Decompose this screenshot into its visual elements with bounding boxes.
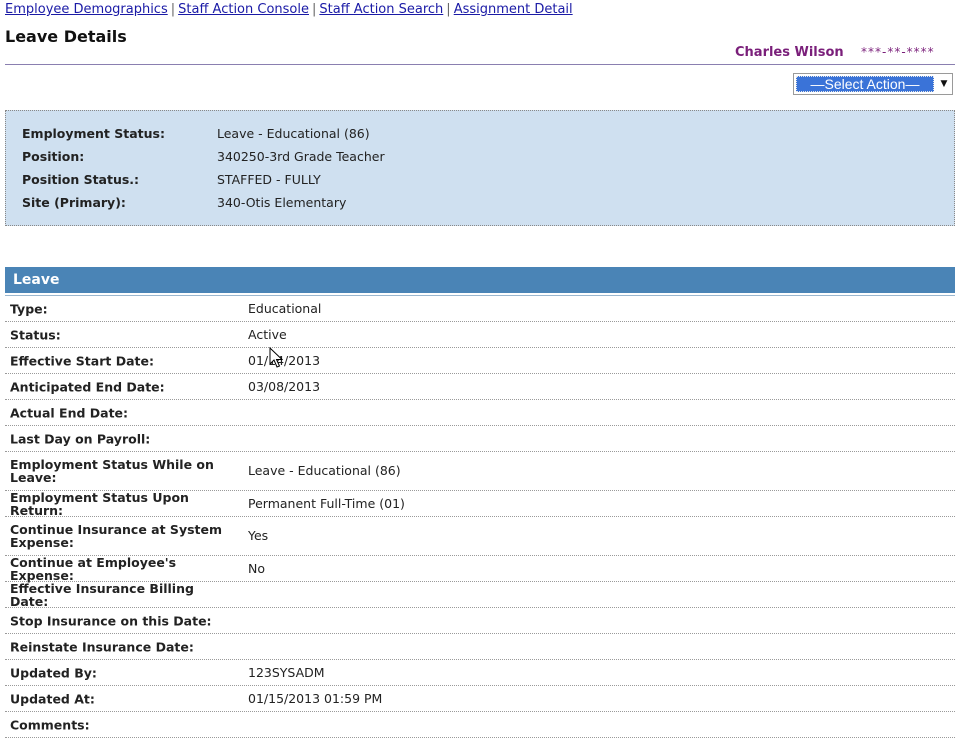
leave-value: 03/08/2013	[248, 378, 321, 394]
summary-label: Employment Status:	[22, 126, 165, 141]
nav-link-assignment-detail[interactable]: Assignment Detail	[454, 2, 573, 17]
leave-label: Updated At:	[10, 691, 95, 706]
leave-row-anticipated-end-date: Anticipated End Date: 03/08/2013	[5, 374, 955, 400]
employee-ssn-masked: ***-**-****	[861, 45, 935, 59]
leave-row-actual-end-date: Actual End Date:	[5, 400, 955, 426]
nav-link-employee-demographics[interactable]: Employee Demographics	[5, 2, 168, 17]
select-action-value: —Select Action—	[796, 76, 934, 92]
leave-value: 01/14/2013	[248, 352, 321, 368]
employee-name: Charles Wilson	[735, 45, 844, 60]
leave-value: Active	[248, 326, 287, 342]
leave-label: Continue at Employee's Expense:	[10, 554, 177, 583]
header-divider	[5, 64, 955, 65]
leave-value: Permanent Full-Time (01)	[248, 495, 405, 511]
leave-label: Effective Start Date:	[10, 353, 154, 368]
leave-row-last-day-on-payroll: Last Day on Payroll:	[5, 426, 955, 452]
leave-label: Comments:	[10, 717, 90, 732]
leave-row-effective-start-date: Effective Start Date: 01/14/2013	[5, 348, 955, 374]
leave-value: 01/15/2013 01:59 PM	[248, 690, 383, 706]
leave-value: Educational	[248, 300, 322, 316]
summary-label: Position Status.:	[22, 172, 140, 187]
employment-summary-panel: Employment Status: Leave - Educational (…	[5, 110, 955, 226]
leave-value: Yes	[248, 528, 269, 543]
summary-value: 340-Otis Elementary	[217, 195, 347, 210]
nav-link-staff-action-console[interactable]: Staff Action Console	[178, 2, 309, 17]
summary-value: 340250-3rd Grade Teacher	[217, 149, 385, 164]
leave-row-continue-insurance-system-expense: Continue Insurance at System Expense: Ye…	[5, 517, 955, 556]
leave-row-type: Type: Educational	[5, 296, 955, 322]
leave-row-reinstate-insurance-date: Reinstate Insurance Date:	[5, 634, 955, 660]
leave-row-updated-at: Updated At: 01/15/2013 01:59 PM	[5, 686, 955, 712]
leave-label: Anticipated End Date:	[10, 379, 165, 394]
leave-label: Employment Status While on Leave:	[10, 457, 214, 485]
leave-label: Reinstate Insurance Date:	[10, 639, 194, 654]
chevron-down-icon[interactable]: ▼	[936, 74, 952, 94]
summary-value: Leave - Educational (86)	[217, 126, 370, 141]
leave-row-employment-status-while-on-leave: Employment Status While on Leave: Leave …	[5, 452, 955, 491]
leave-row-effective-insurance-billing-date: Effective Insurance Billing Date:	[5, 582, 955, 608]
leave-row-updated-by: Updated By: 123SYSADM	[5, 660, 955, 686]
summary-label: Site (Primary):	[22, 195, 126, 210]
leave-label: Employment Status Upon Return:	[10, 489, 189, 518]
leave-value: 123SYSADM	[248, 664, 325, 680]
leave-label: Actual End Date:	[10, 405, 129, 420]
leave-label: Type:	[10, 301, 48, 316]
nav-separator: |	[446, 2, 451, 17]
leave-label: Continue Insurance at System Expense:	[10, 522, 223, 550]
leave-label: Effective Insurance Billing Date:	[10, 580, 194, 609]
page-title: Leave Details	[5, 27, 127, 46]
leave-row-employment-status-upon-return: Employment Status Upon Return: Permanent…	[5, 491, 955, 517]
select-action-dropdown[interactable]: —Select Action— ▼	[793, 73, 953, 95]
summary-value: STAFFED - FULLY	[217, 172, 321, 187]
leave-label: Stop Insurance on this Date:	[10, 613, 212, 628]
nav-link-staff-action-search[interactable]: Staff Action Search	[319, 2, 443, 17]
leave-value: No	[248, 560, 265, 576]
leave-label: Updated By:	[10, 665, 97, 680]
leave-label: Last Day on Payroll:	[10, 431, 151, 446]
top-nav: Employee Demographics | Staff Action Conso…	[5, 2, 573, 17]
nav-separator: |	[311, 2, 317, 17]
leave-row-continue-employee-expense: Continue at Employee's Expense: No	[5, 556, 955, 582]
leave-row-status: Status: Active	[5, 322, 955, 348]
leave-row-stop-insurance-date: Stop Insurance on this Date:	[5, 608, 955, 634]
nav-separator: |	[170, 2, 176, 17]
leave-value: Leave - Educational (86)	[248, 463, 401, 478]
leave-section-header: Leave	[5, 267, 955, 296]
leave-row-comments: Comments:	[5, 712, 955, 738]
leave-label: Status:	[10, 327, 61, 342]
summary-label: Position:	[22, 149, 85, 164]
